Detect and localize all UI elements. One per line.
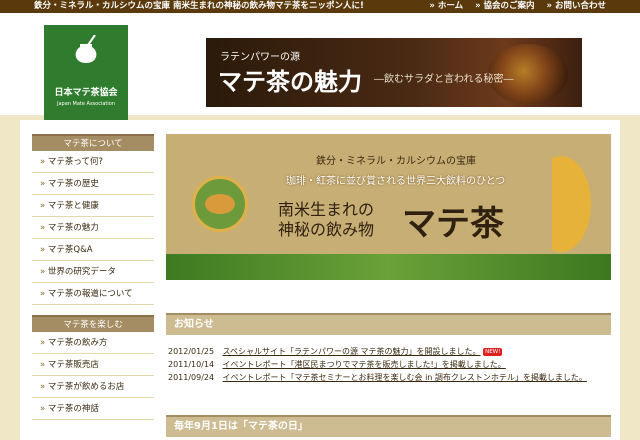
banner-subtitle: ラテンパワーの源 bbox=[220, 52, 300, 63]
sidebar-item-appeal[interactable]: マテ茶の魅力 bbox=[32, 217, 154, 239]
sidebar-item-press[interactable]: マテ茶の報道について bbox=[32, 283, 154, 305]
mate-gourd-icon bbox=[75, 35, 97, 63]
sidebar-item-history[interactable]: マテ茶の歴史 bbox=[32, 173, 154, 195]
hero-line-4: 神秘の飲み物 bbox=[278, 220, 375, 239]
sidebar-item-myth[interactable]: マテ茶の神話 bbox=[32, 398, 154, 420]
news-link[interactable]: スペシャルサイト「ラテンパワーの源 マテ茶の魅力」を開設しました。 bbox=[223, 347, 481, 356]
news-heading: お知らせ bbox=[166, 313, 611, 335]
top-bar: 鉄分・ミネラル・カルシウムの宝庫 南米生まれの神秘の飲み物マテ茶をニッポン人に!… bbox=[0, 0, 640, 13]
news-item: 2011/10/14 イベントレポート「港区民まつりでマテ茶を販売しました!」を… bbox=[168, 358, 613, 371]
sidebar-item-what-is-mate[interactable]: マテ茶って何? bbox=[32, 151, 154, 173]
sidebar-item-cafes[interactable]: マテ茶が飲めるお店 bbox=[32, 376, 154, 398]
top-tagline: 鉄分・ミネラル・カルシウムの宝庫 南米生まれの神秘の飲み物マテ茶をニッポン人に! bbox=[34, 1, 364, 11]
news-list: 2012/01/25 スペシャルサイト「ラテンパワーの源 マテ茶の魅力」を開設し… bbox=[168, 345, 613, 384]
sidebar-item-qa[interactable]: マテ茶Q&A bbox=[32, 239, 154, 261]
grass-decoration bbox=[166, 254, 611, 280]
logo-english: Japan Mate Association bbox=[56, 101, 115, 107]
banner-tagline: ―飲むサラダと言われる秘密― bbox=[374, 74, 514, 85]
sidebar: マテ茶について マテ茶って何? マテ茶の歴史 マテ茶と健康 マテ茶の魅力 マテ茶… bbox=[32, 134, 154, 420]
logo-name: 日本マテ茶協会 bbox=[54, 88, 118, 98]
hero-line-1: 鉄分・ミネラル・カルシウムの宝庫 bbox=[316, 156, 476, 167]
sidebar-item-research[interactable]: 世界の研究データ bbox=[32, 261, 154, 283]
hero-title: マテ茶 bbox=[402, 204, 504, 244]
news-link[interactable]: イベントレポート「マテ茶セミナーとお料理を楽しむ会 in 調布クレストンホテル」… bbox=[223, 373, 587, 382]
nav-about-link[interactable]: » 協会のご案内 bbox=[475, 0, 534, 13]
sun-face-image bbox=[205, 194, 235, 214]
sidebar-item-how-to-drink[interactable]: マテ茶の飲み方 bbox=[32, 332, 154, 354]
news-link[interactable]: イベントレポート「港区民まつりでマテ茶を販売しました!」を掲載しました。 bbox=[223, 360, 506, 369]
header-banner[interactable]: ラテンパワーの源 マテ茶の魅力 ―飲むサラダと言われる秘密― bbox=[206, 38, 582, 107]
sidebar-heading-enjoy: マテ茶を楽しむ bbox=[32, 315, 154, 332]
sidebar-item-health[interactable]: マテ茶と健康 bbox=[32, 195, 154, 217]
sidebar-heading-about: マテ茶について bbox=[32, 134, 154, 151]
site-header: 日本マテ茶協会 Japan Mate Association ラテンパワーの源 … bbox=[0, 13, 640, 121]
news-date: 2011/09/24 bbox=[168, 373, 215, 382]
nav-home-link[interactable]: » ホーム bbox=[429, 0, 463, 13]
news-date: 2011/10/14 bbox=[168, 360, 215, 369]
news-item: 2012/01/25 スペシャルサイト「ラテンパワーの源 マテ茶の魅力」を開設し… bbox=[168, 345, 613, 358]
news-date: 2012/01/25 bbox=[168, 347, 215, 356]
new-badge: NEW! bbox=[483, 347, 503, 356]
top-nav: » ホーム » 協会のご案内 » お問い合わせ bbox=[429, 0, 606, 13]
site-logo[interactable]: 日本マテ茶協会 Japan Mate Association bbox=[44, 25, 128, 121]
news-item: 2011/09/24 イベントレポート「マテ茶セミナーとお料理を楽しむ会 in … bbox=[168, 371, 613, 384]
mate-day-heading: 毎年9月1日は「マテ茶の日」 bbox=[166, 415, 611, 437]
hero-banner: 鉄分・ミネラル・カルシウムの宝庫 珈琲・紅茶に並び賞される世界三大飲料のひとつ … bbox=[166, 134, 611, 280]
banner-title: マテ茶の魅力 bbox=[218, 67, 362, 96]
moon-character-image bbox=[552, 156, 591, 252]
hero-line-2: 珈琲・紅茶に並び賞される世界三大飲料のひとつ bbox=[286, 176, 506, 187]
nav-contact-link[interactable]: » お問い合わせ bbox=[547, 0, 606, 13]
sidebar-item-shops[interactable]: マテ茶販売店 bbox=[32, 354, 154, 376]
